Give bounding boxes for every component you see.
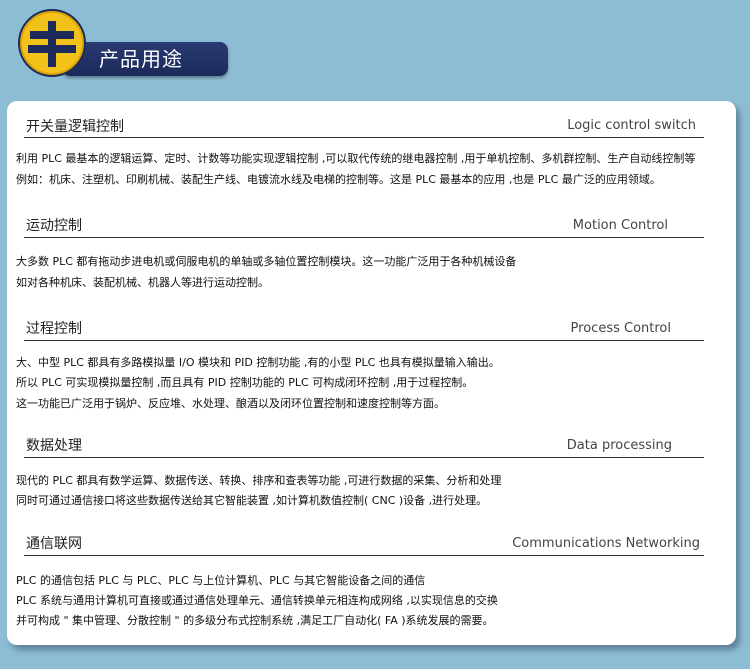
section-text-line: 现代的 PLC 都具有数学运算、数据传送、转换、排序和查表等功能 ,可进行数据的… [16,474,502,487]
section-divider [24,555,704,556]
section-text-line: PLC 的通信包括 PLC 与 PLC、PLC 与上位计算机、PLC 与其它智能… [16,574,426,587]
section-divider [24,237,704,238]
yellow-circle-emblem-icon [18,9,86,77]
section-text-line: 同时可通过通信接口将这些数据传送给其它智能装置 ,如计算机数值控制( CNC )… [16,494,488,507]
section-text-line: 大多数 PLC 都有拖动步进电机或伺服电机的单轴或多轴位置控制模块。这一功能广泛… [16,255,517,268]
section-subtitle-logic: Logic control switch [567,118,696,133]
section-text-line: 这一功能已广泛用于锅炉、反应堆、水处理、酿酒以及闭环位置控制和速度控制等方面。 [16,397,445,410]
section-text-line: 并可构成 " 集中管理、分散控制 " 的多级分布式控制系统 ,满足工厂自动化( … [16,614,494,627]
section-text-line: 例如：机床、注塑机、印刷机械、装配生产线、电镀流水线及电梯的控制等。这是 PLC… [16,173,661,186]
section-title-network: 通信联网 [26,536,82,552]
section-subtitle-network: Communications Networking [512,536,700,551]
section-title-logic: 开关量逻辑控制 [26,119,124,135]
section-divider [24,457,704,458]
section-text-line: 利用 PLC 最基本的逻辑运算、定时、计数等功能实现逻辑控制 ,可以取代传统的继… [16,152,696,165]
section-subtitle-data: Data processing [566,438,672,453]
section-subtitle-motion: Motion Control [572,218,668,233]
section-title-data: 数据处理 [26,438,82,454]
section-title-motion: 运动控制 [26,218,82,234]
section-text-line: 如对各种机床、装配机械、机器人等进行运动控制。 [16,276,269,289]
section-divider [24,137,704,138]
section-title-process: 过程控制 [26,321,82,337]
section-text-line: PLC 系统与通用计算机可直接或通过通信处理单元、通信转换单元相连构成网络 ,以… [16,594,498,607]
section-subtitle-process: Process Control [570,321,671,336]
section-text-line: 所以 PLC 可实现模拟量控制 ,而且具有 PID 控制功能的 PLC 可构成闭… [16,376,474,389]
page-title: 产品用途 [99,47,183,71]
section-divider [24,340,704,341]
section-text-line: 大、中型 PLC 都具有多路模拟量 I/O 模块和 PID 控制功能 ,有的小型… [16,356,500,369]
